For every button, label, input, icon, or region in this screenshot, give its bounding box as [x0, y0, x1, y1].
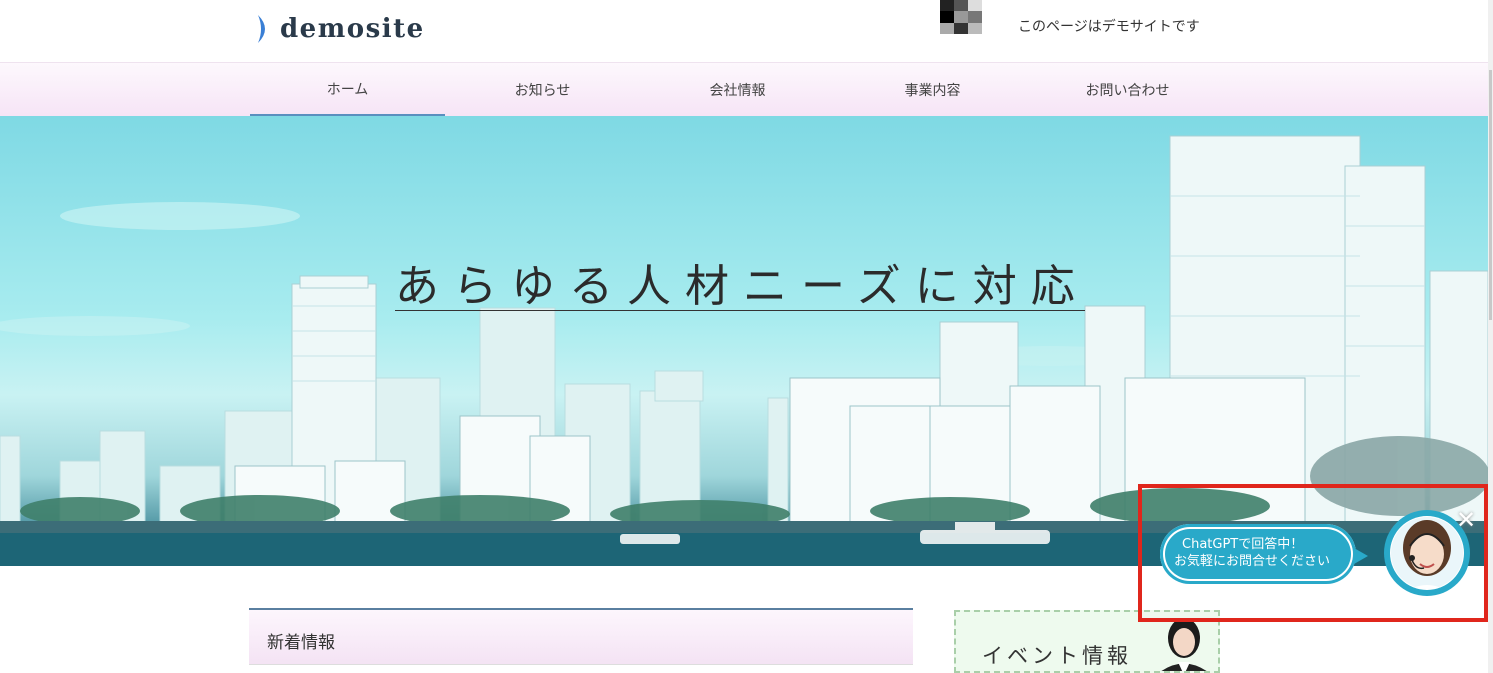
nav-item-company[interactable]: 会社情報: [640, 63, 835, 117]
bubble-tail: [1354, 548, 1368, 564]
qr-code-icon: [940, 0, 982, 34]
logo-text: demosite: [280, 14, 425, 44]
chat-prompt-line1: ChatGPTで回答中！: [1182, 537, 1304, 552]
nav-item-contact[interactable]: お問い合わせ: [1030, 63, 1225, 117]
nav-item-home[interactable]: ホーム: [250, 63, 445, 117]
logo-mark-icon: [258, 15, 265, 43]
nav-item-news[interactable]: お知らせ: [445, 63, 640, 117]
nav-item-label: 会社情報: [709, 83, 766, 99]
event-label: イベント情報: [982, 644, 1132, 668]
hero-title: あらゆる人材ニーズに対応: [395, 250, 1085, 312]
nav-item-label: お知らせ: [514, 83, 571, 99]
news-heading: 新着情報: [267, 633, 335, 653]
chat-close-button[interactable]: ✕: [1454, 508, 1478, 532]
nav-item-label: ホーム: [326, 81, 369, 98]
demo-site-notice: このページはデモサイトです: [1018, 19, 1200, 35]
chat-prompt-bubble[interactable]: ChatGPTで回答中！ お気軽にお問合せください: [1160, 524, 1368, 584]
news-section-header: 新着情報: [249, 608, 913, 665]
scrollbar-thumb[interactable]: [1489, 70, 1492, 320]
site-logo[interactable]: demosite: [256, 12, 425, 46]
chat-widget[interactable]: ChatGPTで回答中！ お気軽にお問合せください ✕: [1138, 484, 1488, 622]
chat-prompt-line2: お気軽にお問合せください: [1174, 554, 1331, 569]
main-nav: ホーム お知らせ 会社情報 事業内容 お問い合わせ: [0, 62, 1488, 118]
site-header: demosite このページはデモサイトです: [0, 0, 1488, 62]
nav-item-label: お問い合わせ: [1085, 83, 1170, 99]
nav-item-label: 事業内容: [904, 83, 961, 99]
nav-item-business[interactable]: 事業内容: [835, 63, 1030, 117]
